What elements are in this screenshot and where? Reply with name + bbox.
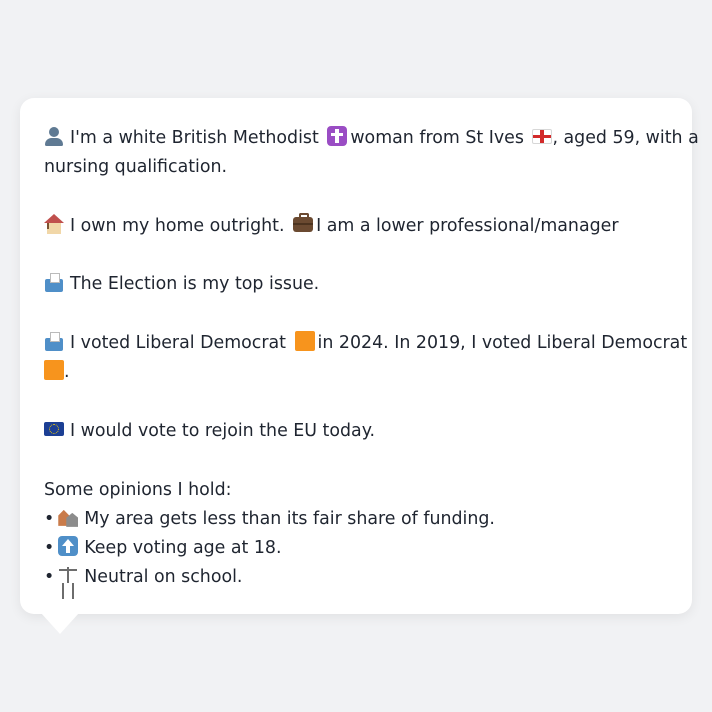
eu-flag-icon [44, 421, 64, 436]
houses-icon [58, 507, 78, 527]
intro-line-2: nursing qualification. [44, 153, 668, 182]
intro-text-3: , aged 59, with a [552, 128, 699, 148]
opinion-item: • Keep voting age at 18. [44, 534, 668, 563]
opinion-text: My area gets less than its fair share of… [84, 508, 495, 529]
speech-bubble-tail [41, 613, 79, 634]
persona-speech-bubble: I'm a white British Methodist woman from… [20, 98, 699, 614]
eu-text: I would vote to rejoin the EU today. [70, 420, 376, 441]
up-arrow-icon [58, 536, 79, 557]
scales-icon [58, 565, 78, 585]
top-issue-text: The Election is my top issue. [70, 274, 320, 295]
home-text: I own my home outright. [70, 215, 285, 236]
briefcase-icon [293, 212, 314, 232]
vote-text-1: I voted Liberal Democrat [70, 333, 286, 354]
intro-text-1: I'm a white British Methodist [70, 128, 319, 148]
person-icon [44, 126, 64, 146]
eu-line: I would vote to rejoin the EU today. [44, 417, 668, 446]
opinion-item: • My area gets less than its fair share o… [44, 505, 668, 534]
opinions-heading: Some opinions I hold: [44, 479, 232, 500]
vote-line-2: . [44, 358, 668, 387]
ballot-box-icon [44, 331, 64, 352]
home-job-line: I own my home outright. I am a lower pro… [44, 212, 668, 241]
intro-line-1: I'm a white British Methodist woman from… [44, 124, 699, 153]
intro-text-4: nursing qualification. [44, 157, 228, 178]
latin-cross-icon [327, 126, 348, 146]
top-issue-line: The Election is my top issue. [44, 270, 668, 299]
orange-square-icon [44, 360, 64, 381]
opinion-text: Neutral on school. [84, 567, 243, 588]
job-text: I am a lower professional/manager [316, 215, 619, 236]
england-flag-icon [532, 129, 553, 144]
bullet: • [44, 567, 55, 588]
house-icon [44, 213, 64, 234]
vote-text-2: in 2024. In 2019, I voted Liberal Democr… [317, 333, 688, 354]
bullet: • [44, 538, 55, 559]
bullet: • [44, 508, 55, 529]
opinion-item: • Neutral on school. [44, 563, 668, 592]
vote-line-1: I voted Liberal Democrat in 2024. In 201… [44, 329, 687, 358]
vote-text-3: . [64, 362, 70, 383]
ballot-box-icon [44, 272, 64, 293]
orange-square-icon [294, 331, 315, 352]
opinion-text: Keep voting age at 18. [84, 538, 282, 559]
intro-text-2: woman from St Ives [350, 128, 524, 148]
